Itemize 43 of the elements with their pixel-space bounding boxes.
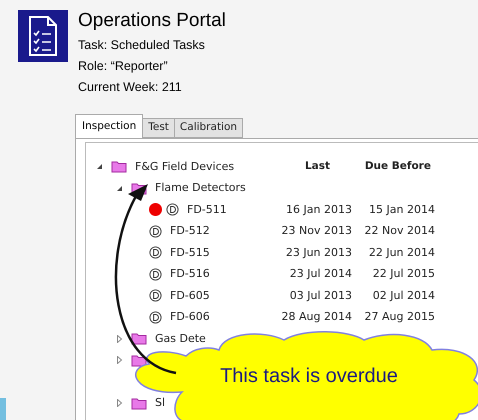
- expanded-triangle-icon[interactable]: [116, 184, 123, 192]
- folder-label[interactable]: Gas Dete: [155, 330, 206, 347]
- folder-label[interactable]: Flame Detectors: [155, 180, 246, 196]
- device-label[interactable]: FD-605: [170, 288, 210, 304]
- app-title: Operations Portal: [78, 10, 226, 32]
- info-line: Current Week: 211: [78, 80, 183, 95]
- column-header: Last: [304, 158, 331, 174]
- device-label[interactable]: FD-606: [170, 309, 210, 326]
- due-date: 22 Jul 2015: [372, 266, 435, 282]
- device-label[interactable]: FD-512: [170, 223, 210, 240]
- last-date: 23 Nov 2013: [280, 223, 352, 239]
- info-line: Task: Scheduled Tasks: [78, 38, 206, 53]
- callout-text: This task is overdue: [220, 364, 398, 389]
- device-label[interactable]: FD-516: [170, 266, 210, 282]
- info-line: Role: “Reporter”: [78, 59, 169, 74]
- collapsed-triangle-icon[interactable]: [116, 334, 123, 343]
- last-date: 28 Aug 2014: [280, 309, 352, 325]
- device-label[interactable]: FD-511: [187, 202, 227, 218]
- due-date: 22 Jun 2014: [368, 244, 435, 260]
- last-date: 16 Jan 2013: [285, 202, 352, 218]
- collapsed-triangle-icon[interactable]: [116, 399, 123, 408]
- device-label[interactable]: FD-515: [170, 244, 210, 261]
- tab[interactable]: Test: [143, 118, 175, 138]
- folder-icon: [111, 160, 127, 174]
- due-date: 27 Aug 2015: [364, 309, 435, 325]
- tab[interactable]: Inspection: [75, 114, 144, 138]
- due-date: 15 Jan 2014: [368, 202, 435, 218]
- expanded-triangle-icon[interactable]: [96, 163, 103, 170]
- accent-bar: [0, 398, 6, 420]
- due-date: 22 Nov 2014: [364, 223, 435, 239]
- folder-label[interactable]: F&G Field Devices: [135, 158, 234, 175]
- collapsed-triangle-icon[interactable]: [116, 356, 123, 364]
- folder-label[interactable]: Sl: [155, 395, 166, 412]
- tab[interactable]: Calibration: [174, 118, 244, 138]
- last-date: 23 Jun 2013: [284, 244, 352, 260]
- last-date: 03 Jul 2013: [288, 288, 352, 304]
- folder-icon: [131, 332, 147, 346]
- device-icon: [166, 203, 179, 216]
- column-header: Due Before: [364, 158, 432, 174]
- due-date: 02 Jul 2014: [372, 288, 435, 304]
- folder-icon: [131, 396, 147, 410]
- checklist-document-icon: [18, 10, 68, 62]
- last-date: 23 Jul 2014: [288, 266, 352, 282]
